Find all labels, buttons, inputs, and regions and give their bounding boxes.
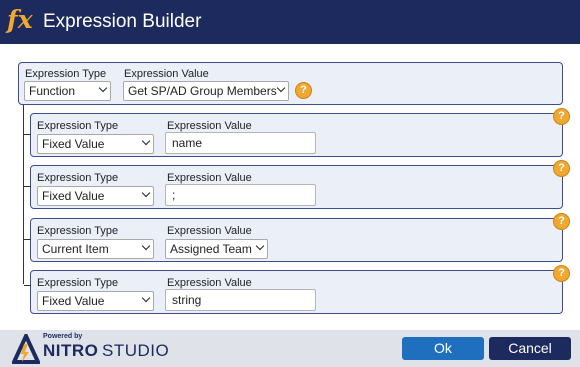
param-type-select[interactable]: Current Item	[37, 239, 154, 259]
title-bar: fx Expression Builder	[0, 0, 580, 44]
help-icon[interactable]: ?	[553, 213, 570, 230]
param-type-select[interactable]: Fixed Value	[37, 186, 154, 206]
tree-branch	[24, 134, 31, 135]
param-value-input[interactable]: string	[165, 289, 316, 311]
powered-by-label: Powered by	[43, 333, 83, 340]
chevron-down-icon	[141, 241, 151, 251]
chevron-down-icon	[255, 241, 265, 251]
param-type-select[interactable]: Fixed Value	[37, 291, 154, 311]
help-icon[interactable]: ?	[553, 108, 570, 125]
param-row: Expression Type Expression Value Fixed V…	[24, 108, 570, 157]
root-type-value: Function	[29, 84, 76, 98]
help-icon[interactable]: ?	[553, 265, 570, 282]
chevron-down-icon	[98, 83, 108, 93]
dialog-footer: Powered by NITRO STUDIO Ok Cancel	[0, 330, 580, 367]
help-icon[interactable]: ?	[295, 82, 312, 99]
param-value-label: Expression Value	[167, 277, 252, 289]
param-type-label: Expression Type	[37, 172, 119, 184]
root-value-label: Expression Value	[124, 68, 209, 80]
root-value-select[interactable]: Get SP/AD Group Members	[123, 81, 289, 101]
brand-studio: STUDIO	[102, 341, 170, 360]
ok-button[interactable]: Ok	[402, 337, 484, 360]
tree-branch	[24, 186, 31, 187]
param-type-value: Fixed Value	[42, 294, 105, 308]
param-value-select[interactable]: Assigned Team	[165, 239, 268, 259]
param-type-value: Fixed Value	[42, 189, 105, 203]
nitro-logo-icon	[12, 334, 40, 364]
param-value-label: Expression Value	[167, 172, 252, 184]
chevron-down-icon	[141, 136, 151, 146]
brand-nitro: NITRO	[43, 341, 99, 360]
param-value-label: Expression Value	[167, 225, 252, 237]
chevron-down-icon	[141, 293, 151, 303]
tree-branch	[24, 285, 31, 286]
chevron-down-icon	[141, 188, 151, 198]
root-value-value: Get SP/AD Group Members	[128, 84, 277, 98]
param-type-select[interactable]: Fixed Value	[37, 134, 154, 154]
param-type-value: Current Item	[42, 242, 109, 256]
param-value-input[interactable]: ;	[165, 184, 316, 206]
root-type-select[interactable]: Function	[24, 81, 111, 101]
tree-connector	[23, 105, 24, 284]
param-value-value: Assigned Team	[170, 242, 252, 256]
param-row: Expression Type Expression Value Fixed V…	[24, 265, 570, 314]
tree-branch	[24, 239, 31, 240]
param-type-label: Expression Type	[37, 120, 119, 132]
param-row: Expression Type Expression Value Current…	[24, 213, 570, 262]
root-expression-row: Expression Type Expression Value Functio…	[18, 62, 563, 105]
param-type-label: Expression Type	[37, 225, 119, 237]
help-icon[interactable]: ?	[553, 160, 570, 177]
chevron-down-icon	[276, 83, 286, 93]
param-type-label: Expression Type	[37, 277, 119, 289]
cancel-button[interactable]: Cancel	[489, 337, 571, 360]
param-type-value: Fixed Value	[42, 137, 105, 151]
param-row: Expression Type Expression Value Fixed V…	[24, 160, 570, 209]
expression-tree: Expression Type Expression Value Functio…	[0, 44, 580, 330]
param-value-input[interactable]: name	[165, 132, 316, 154]
param-value-label: Expression Value	[167, 120, 252, 132]
root-type-label: Expression Type	[25, 68, 107, 80]
fx-icon: fx	[7, 5, 33, 34]
dialog-title: Expression Builder	[43, 11, 202, 32]
